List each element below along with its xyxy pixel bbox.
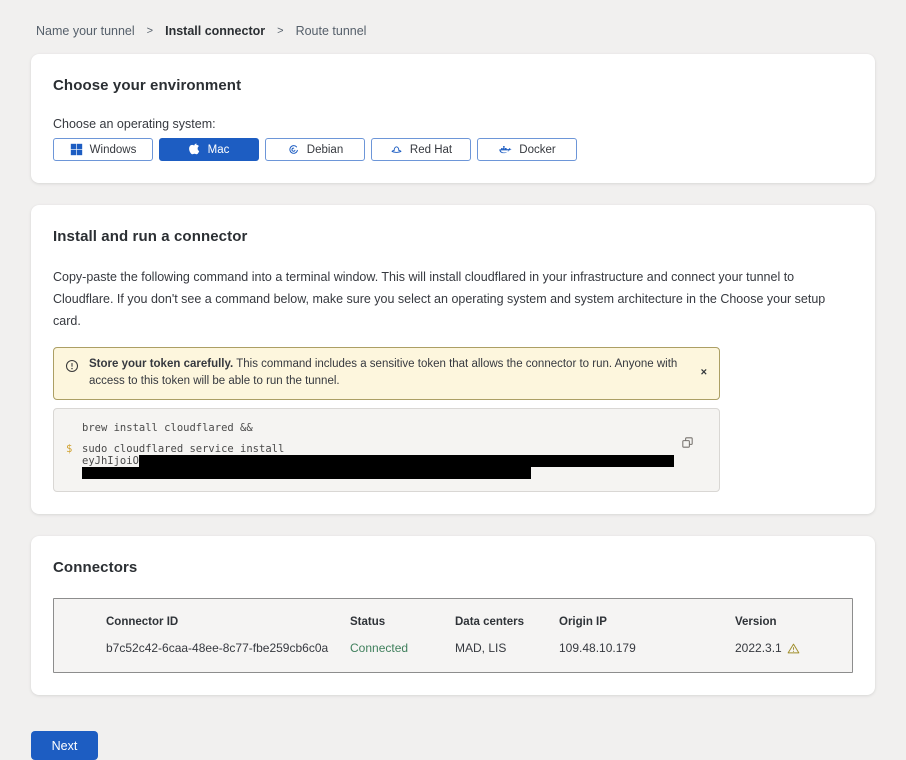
col-header-origin-ip: Origin IP <box>559 616 735 628</box>
os-button-debian[interactable]: Debian <box>265 138 365 161</box>
breadcrumb-separator: > <box>147 25 153 37</box>
install-connector-card: Install and run a connector Copy-paste t… <box>31 205 875 514</box>
cell-data-centers: MAD, LIS <box>455 641 559 655</box>
os-button-mac[interactable]: Mac <box>159 138 259 161</box>
install-command-codeblock: $ brew install cloudflared && sudo cloud… <box>53 408 720 492</box>
os-button-label: Mac <box>208 144 230 156</box>
os-button-redhat[interactable]: Red Hat <box>371 138 471 161</box>
apple-icon <box>189 143 201 156</box>
breadcrumb: Name your tunnel > Install connector > R… <box>0 0 906 54</box>
footer: Next <box>0 695 906 760</box>
choose-environment-card: Choose your environment Choose an operat… <box>31 54 875 183</box>
col-header-data-centers: Data centers <box>455 616 559 628</box>
breadcrumb-separator: > <box>277 25 283 37</box>
code-line-service-install: sudo cloudflared service install <box>82 443 705 455</box>
code-line-token-2 <box>82 467 705 479</box>
alert-circle-icon <box>65 359 79 392</box>
connectors-table: Connector ID Status Data centers Origin … <box>53 598 853 673</box>
os-button-group: Windows Mac Debian <box>53 138 853 161</box>
col-header-status: Status <box>350 616 455 628</box>
terminal-prompt: $ <box>66 443 72 455</box>
redacted-token-bar <box>82 467 531 479</box>
code-line-token: eyJhIjoiO <box>82 455 705 467</box>
col-header-connector-id: Connector ID <box>106 616 350 628</box>
redhat-icon <box>390 143 403 156</box>
redacted-token-bar <box>139 455 674 467</box>
col-header-version: Version <box>735 616 852 628</box>
connectors-grid: Connector ID Status Data centers Origin … <box>106 616 852 655</box>
debian-icon <box>287 143 300 156</box>
version-value: 2022.3.1 <box>735 641 782 655</box>
os-button-label: Docker <box>519 144 555 156</box>
breadcrumb-step-name-your-tunnel[interactable]: Name your tunnel <box>36 24 135 38</box>
token-warning-text: Store your token carefully. This command… <box>89 356 685 392</box>
install-connector-description: Copy-paste the following command into a … <box>53 267 853 333</box>
token-warning-banner: Store your token carefully. This command… <box>53 347 720 401</box>
os-button-label: Windows <box>90 144 137 156</box>
os-button-docker[interactable]: Docker <box>477 138 577 161</box>
main-content: Choose your environment Choose an operat… <box>0 54 906 695</box>
windows-icon <box>70 143 83 156</box>
os-button-label: Red Hat <box>410 144 452 156</box>
os-select-label: Choose an operating system: <box>53 117 853 131</box>
cell-origin-ip: 109.48.10.179 <box>559 641 735 655</box>
cell-status: Connected <box>350 641 455 655</box>
copy-icon[interactable] <box>680 435 695 450</box>
breadcrumb-step-route-tunnel[interactable]: Route tunnel <box>296 24 367 38</box>
token-prefix: eyJhIjoiO <box>82 455 139 467</box>
breadcrumb-step-install-connector[interactable]: Install connector <box>165 24 265 38</box>
connectors-title: Connectors <box>53 559 853 576</box>
choose-environment-title: Choose your environment <box>53 77 853 94</box>
install-connector-title: Install and run a connector <box>53 228 853 245</box>
warning-triangle-icon <box>787 642 800 655</box>
token-warning-title: Store your token carefully. <box>89 358 233 370</box>
next-button[interactable]: Next <box>31 731 98 760</box>
close-icon[interactable]: × <box>701 368 707 379</box>
code-line-brew: brew install cloudflared && <box>82 422 705 434</box>
docker-icon <box>498 143 512 156</box>
os-button-label: Debian <box>307 144 343 156</box>
connectors-card: Connectors Connector ID Status Data cent… <box>31 536 875 695</box>
cell-connector-id: b7c52c42-6caa-48ee-8c77-fbe259cb6c0a <box>106 641 350 655</box>
cell-version: 2022.3.1 <box>735 641 852 655</box>
os-button-windows[interactable]: Windows <box>53 138 153 161</box>
